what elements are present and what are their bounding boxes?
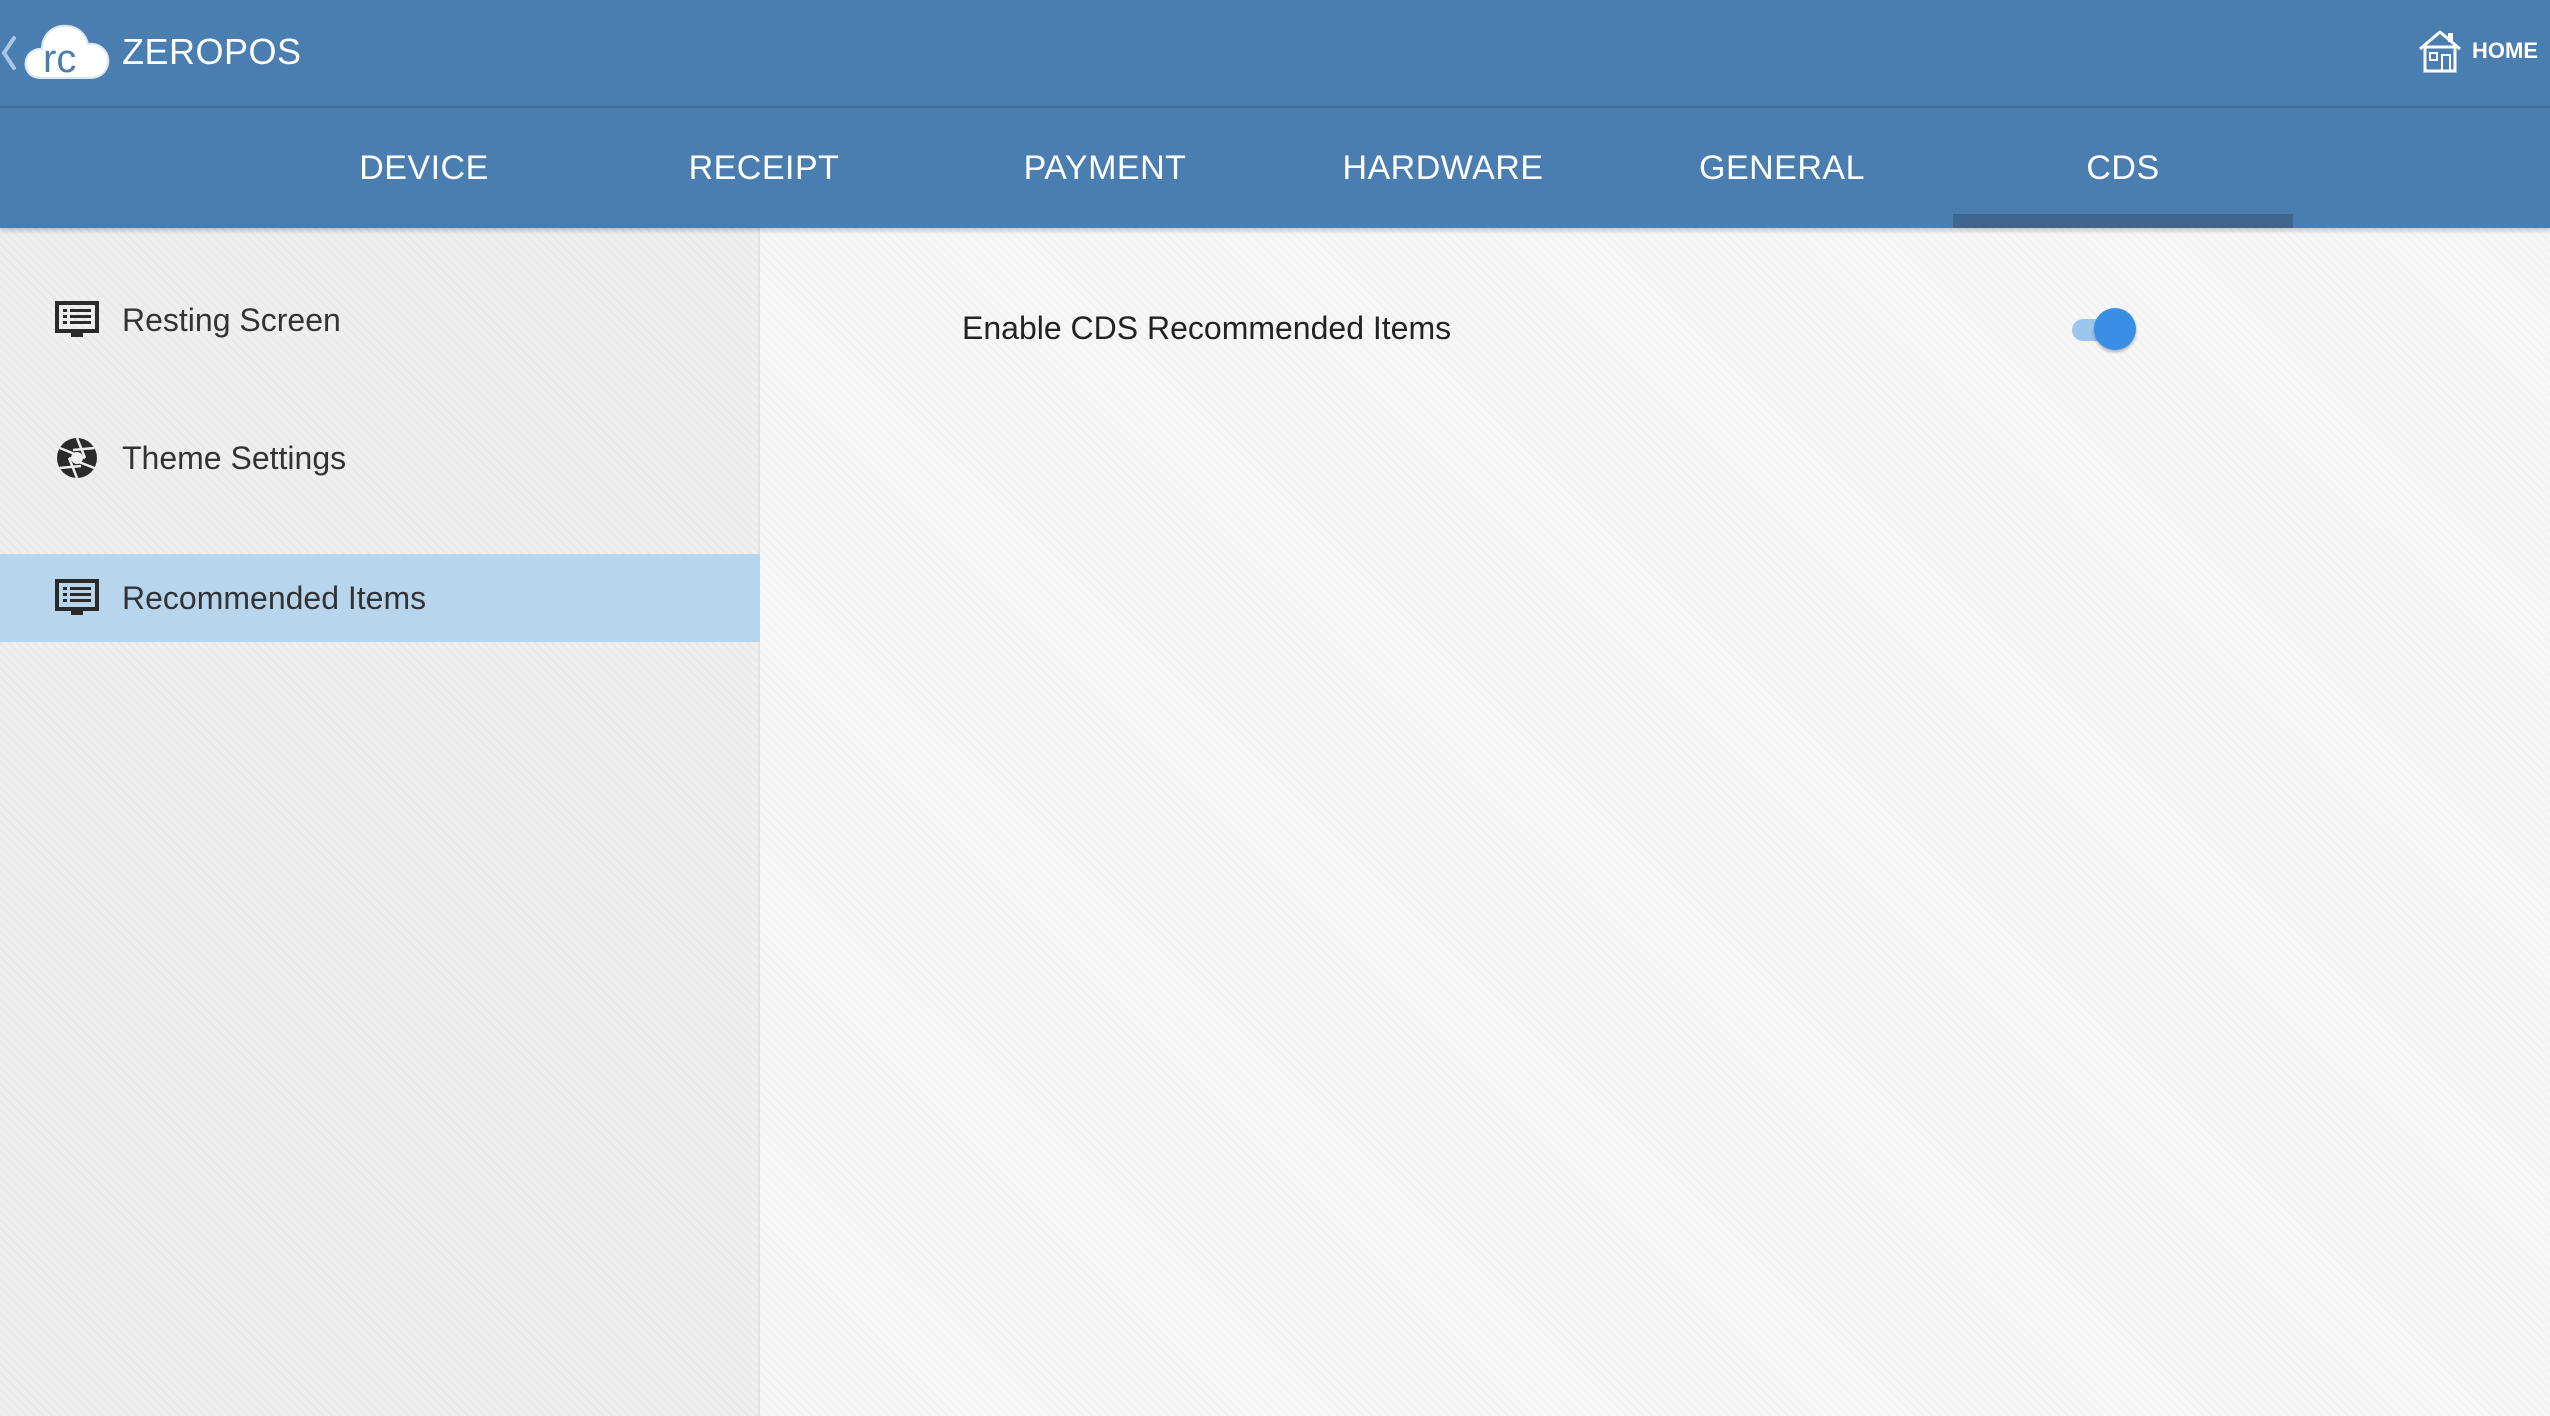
- tab-label: CDS: [2086, 148, 2160, 187]
- logo-text: rc: [43, 37, 76, 81]
- tab-bar: DEVICE RECEIPT PAYMENT HARDWARE GENERAL …: [0, 108, 2550, 228]
- back-chevron-icon[interactable]: [0, 30, 20, 76]
- app-bar: rc ZEROPOS HOME: [0, 0, 2550, 108]
- tab-label: RECEIPT: [688, 148, 840, 187]
- enable-cds-recommended-toggle[interactable]: [2072, 308, 2138, 350]
- sidebar-item-recommended-items[interactable]: Recommended Items: [0, 554, 760, 642]
- tab-payment[interactable]: PAYMENT: [935, 108, 1275, 228]
- home-button[interactable]: HOME: [2414, 24, 2538, 78]
- sidebar-item-label: Resting Screen: [122, 301, 341, 338]
- sidebar-item-theme-settings[interactable]: Theme Settings: [0, 414, 760, 502]
- aperture-icon: [57, 437, 97, 479]
- tab-hardware[interactable]: HARDWARE: [1273, 108, 1613, 228]
- tab-label: DEVICE: [359, 148, 489, 187]
- tab-cds[interactable]: CDS: [1953, 108, 2293, 228]
- settings-sidebar: Resting Screen Theme Settings Recommende…: [0, 228, 760, 1416]
- toggle-thumb: [2094, 308, 2136, 350]
- enable-cds-recommended-label: Enable CDS Recommended Items: [962, 310, 1452, 346]
- home-label: HOME: [2472, 38, 2538, 63]
- tab-receipt[interactable]: RECEIPT: [594, 108, 934, 228]
- list-screen-icon: [55, 579, 99, 615]
- tab-label: GENERAL: [1699, 148, 1865, 187]
- tab-device[interactable]: DEVICE: [254, 108, 594, 228]
- house-icon: [2419, 30, 2461, 73]
- tab-label: PAYMENT: [1023, 148, 1187, 187]
- cloud-logo-icon: rc: [24, 24, 110, 81]
- settings-content: Enable CDS Recommended Items: [760, 228, 2550, 1416]
- sidebar-item-resting-screen[interactable]: Resting Screen: [0, 276, 760, 364]
- list-screen-icon: [55, 301, 99, 337]
- tab-general[interactable]: GENERAL: [1612, 108, 1952, 228]
- sidebar-item-label: Theme Settings: [122, 439, 347, 476]
- app-title: ZEROPOS: [122, 31, 302, 72]
- tab-label: HARDWARE: [1342, 148, 1544, 187]
- sidebar-item-label: Recommended Items: [122, 579, 427, 616]
- app-window: rc ZEROPOS HOME DEVICE RECEIPT PAYMENT H…: [0, 0, 2550, 1416]
